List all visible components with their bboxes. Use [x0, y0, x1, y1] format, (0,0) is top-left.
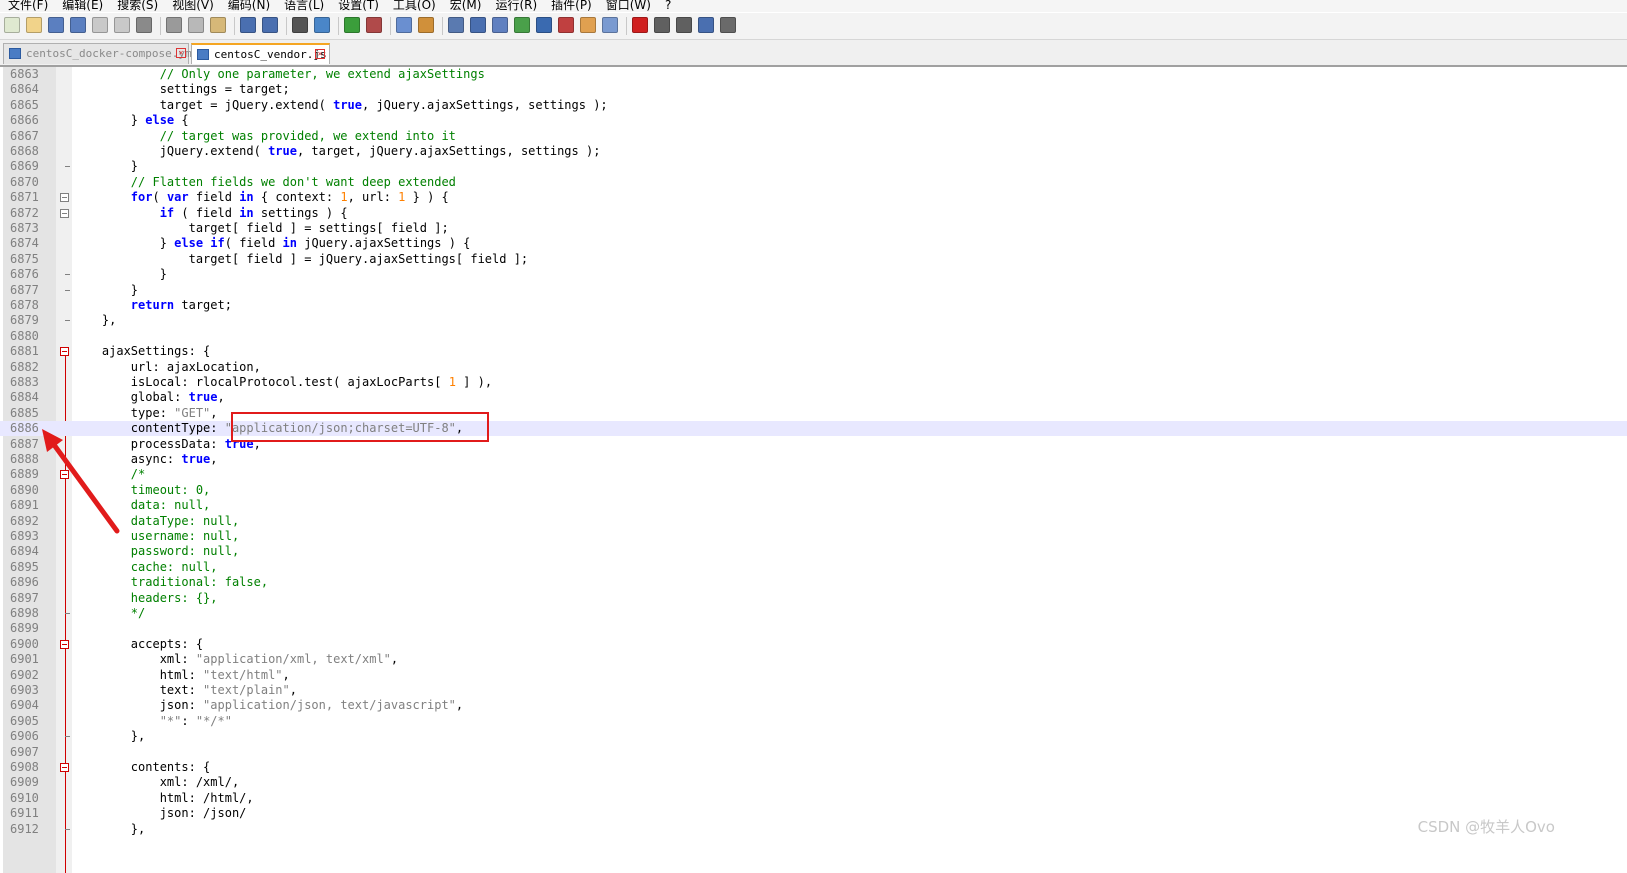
watermark: CSDN @牧羊人Ovo	[1417, 818, 1555, 836]
annotation-arrow	[42, 429, 120, 534]
